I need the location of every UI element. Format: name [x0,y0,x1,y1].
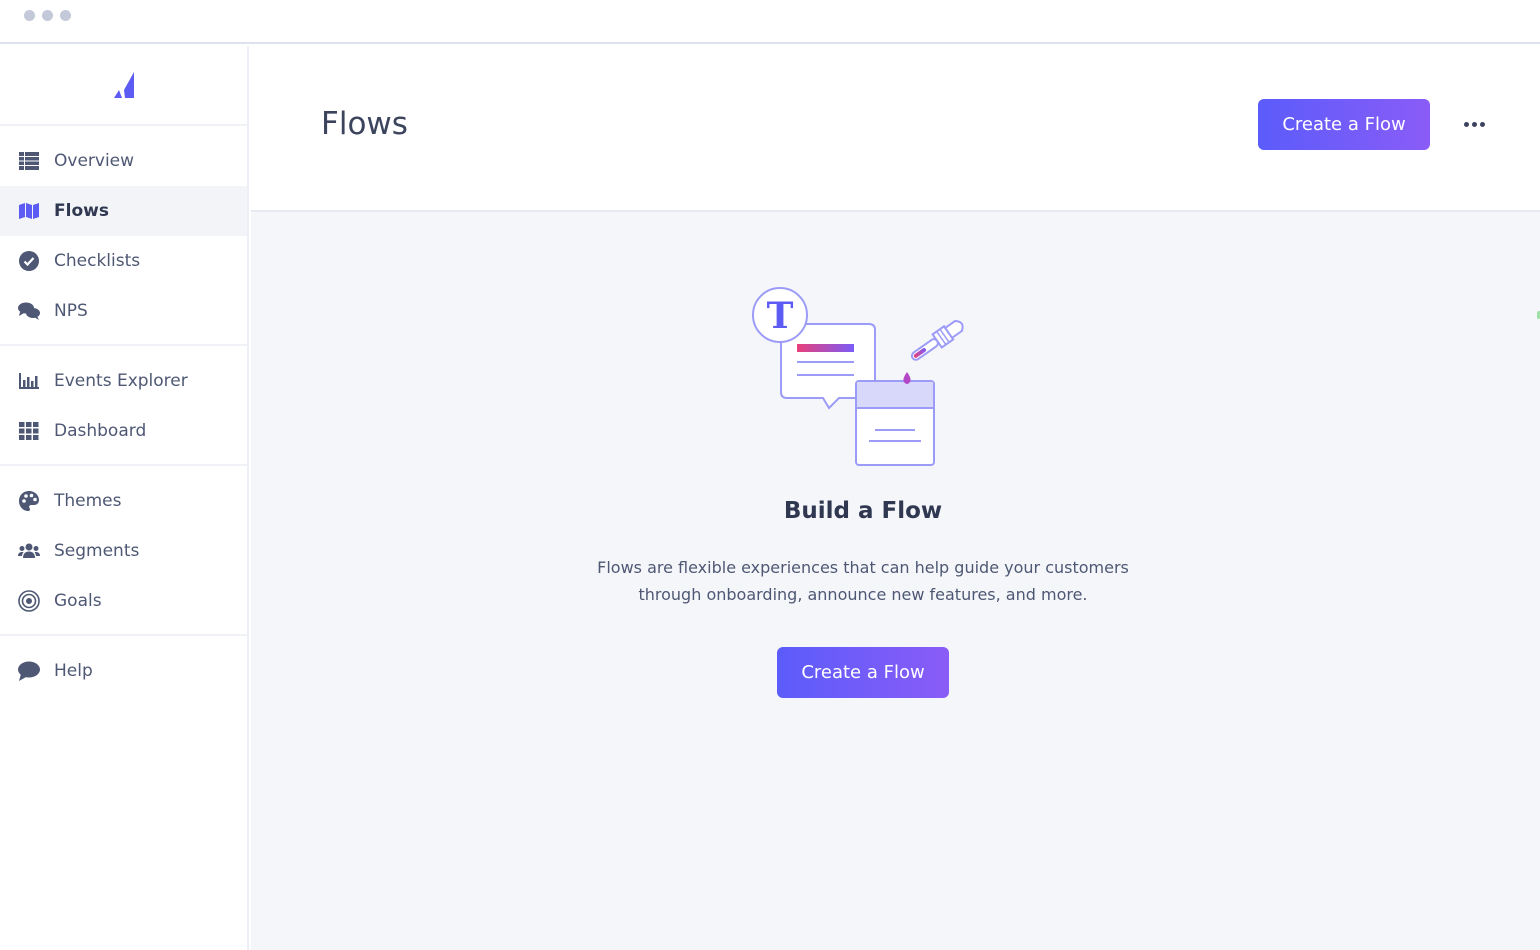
grid-icon [18,420,40,442]
window-control-dot[interactable] [24,10,35,21]
nav-group-main: Overview Flows Checklists NPS [0,126,247,346]
check-circle-icon [18,250,40,272]
palette-icon [18,490,40,512]
create-flow-button[interactable]: Create a Flow [1258,99,1430,150]
flow-builder-illustration: T [752,287,964,466]
sidebar-item-help[interactable]: Help [0,646,247,696]
window-controls [24,10,71,21]
sidebar-item-flows[interactable]: Flows [0,186,247,236]
sidebar-item-label: Overview [54,151,135,171]
chat-bubble-icon [18,660,40,682]
sidebar-item-nps[interactable]: NPS [0,286,247,336]
more-options-button[interactable] [1459,112,1489,136]
drop-icon [903,372,911,384]
sidebar-item-label: Segments [54,541,140,561]
ellipsis-icon [1479,121,1485,127]
empty-state-title: Build a Flow [783,498,943,524]
list-icon [18,150,40,172]
target-icon [18,590,40,612]
window-control-dot[interactable] [60,10,71,21]
sidebar-item-checklists[interactable]: Checklists [0,236,247,286]
eyedropper-icon [910,320,964,361]
sidebar-item-label: Help [54,661,93,681]
description-line: Flows are flexible experiences that can … [597,558,1129,577]
sidebar: Overview Flows Checklists NPS Events Exp… [0,46,249,950]
page-title: Flows [321,106,408,142]
sidebar-item-themes[interactable]: Themes [0,476,247,526]
ellipsis-icon [1463,121,1469,127]
bar-chart-icon [18,370,40,392]
sidebar-item-label: Checklists [54,251,141,271]
ellipsis-icon [1471,121,1477,127]
sidebar-item-dashboard[interactable]: Dashboard [0,406,247,456]
appcues-logo-icon [113,72,134,98]
window-control-dot[interactable] [42,10,53,21]
sidebar-item-segments[interactable]: Segments [0,526,247,576]
description-line: through onboarding, announce new feature… [638,585,1088,604]
sidebar-item-label: Events Explorer [54,371,188,391]
sidebar-item-label: Flows [54,201,109,221]
nav-group-analytics: Events Explorer Dashboard [0,346,247,466]
text-type-icon: T [752,287,808,343]
sidebar-item-overview[interactable]: Overview [0,136,247,186]
sidebar-item-label: Dashboard [54,421,147,441]
sidebar-item-label: Themes [54,491,122,511]
sidebar-item-label: NPS [54,301,88,321]
nav-group-settings: Themes Segments Goals [0,466,247,636]
sidebar-item-goals[interactable]: Goals [0,576,247,626]
empty-state-description: Flows are flexible experiences that can … [251,554,1475,608]
comments-icon [18,300,40,322]
nav-group-help: Help [0,636,247,704]
sidebar-item-events-explorer[interactable]: Events Explorer [0,356,247,406]
create-flow-empty-state-button[interactable]: Create a Flow [777,647,949,698]
window-titlebar [0,0,1540,44]
users-icon [18,540,40,562]
logo[interactable] [0,46,247,126]
page-header: Flows Create a Flow [251,46,1540,212]
card-icon [855,380,935,466]
sidebar-item-label: Goals [54,591,102,611]
map-icon [18,200,40,222]
main-content: Flows Create a Flow T Build a Flow Flows… [251,46,1540,950]
svg-text:T: T [767,295,794,337]
